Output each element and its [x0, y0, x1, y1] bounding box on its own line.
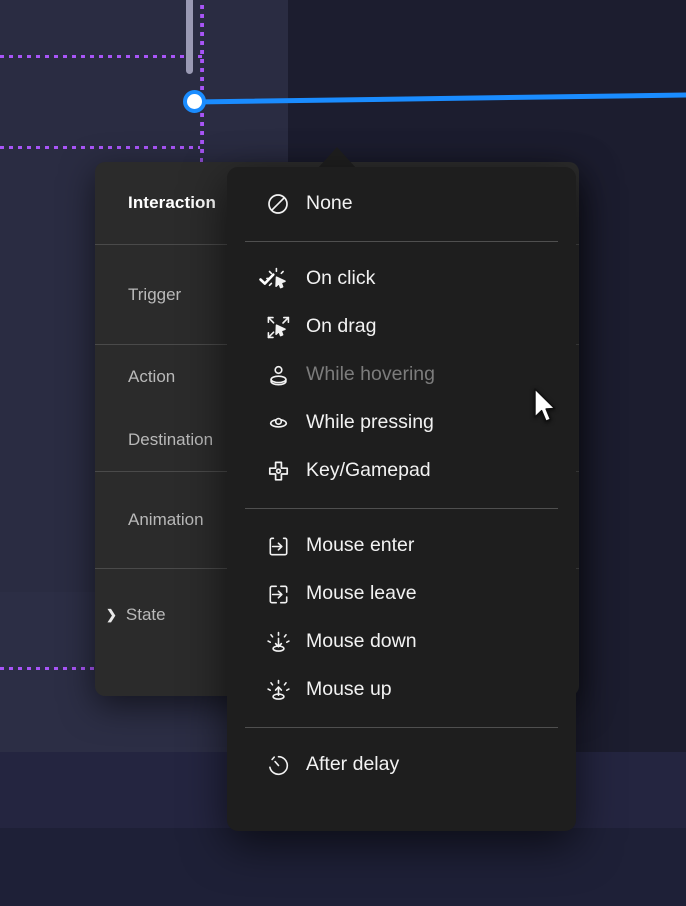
artboard-frame-bottom-lower — [0, 828, 686, 906]
panel-row-label: Animation — [128, 510, 204, 529]
menu-item-while-pressing[interactable]: While pressing — [227, 399, 576, 447]
menu-item-label: While pressing — [306, 411, 434, 434]
menu-item-mouse-leave[interactable]: Mouse leave — [227, 570, 576, 618]
no-entry-icon — [265, 191, 291, 217]
mouse-up-icon — [265, 677, 291, 703]
panel-row-label: Destination — [128, 430, 214, 449]
guide-line-horizontal-bottom — [0, 667, 108, 670]
menu-item-label: On drag — [306, 315, 377, 338]
menu-item-label: Key/Gamepad — [306, 459, 431, 482]
menu-divider — [245, 508, 558, 509]
menu-divider — [245, 241, 558, 242]
panel-row-label: Action — [128, 367, 176, 386]
checkmark-icon — [258, 270, 276, 288]
menu-item-on-click[interactable]: On click — [227, 255, 576, 303]
arrow-into-box-icon — [265, 533, 291, 559]
chevron-right-icon: ❯ — [106, 607, 117, 622]
menu-item-label: After delay — [306, 753, 400, 776]
menu-item-label: Mouse down — [306, 630, 417, 653]
menu-item-while-hovering[interactable]: While hovering — [227, 351, 576, 399]
hover-icon — [265, 362, 291, 388]
menu-item-on-drag[interactable]: On drag — [227, 303, 576, 351]
menu-item-key-gamepad[interactable]: Key/Gamepad — [227, 447, 576, 495]
menu-item-label: Mouse enter — [306, 534, 415, 557]
press-icon — [265, 410, 291, 436]
menu-item-label: Mouse up — [306, 678, 392, 701]
cursor-drag-icon — [265, 314, 291, 340]
menu-item-label: None — [306, 192, 353, 215]
mouse-down-icon — [265, 629, 291, 655]
menu-item-mouse-up[interactable]: Mouse up — [227, 666, 576, 714]
gamepad-dpad-icon — [265, 458, 291, 484]
menu-item-after-delay[interactable]: After delay — [227, 741, 576, 789]
menu-item-mouse-down[interactable]: Mouse down — [227, 618, 576, 666]
panel-row-label: Trigger — [128, 284, 182, 304]
mouse-cursor — [534, 388, 556, 422]
menu-item-label: While hovering — [306, 363, 435, 386]
panel-row-label: State — [125, 605, 166, 624]
connection-node-handle[interactable] — [183, 90, 206, 113]
menu-pointer-arrow — [318, 147, 356, 168]
menu-item-label: On click — [306, 267, 376, 290]
arrow-out-of-box-icon — [265, 581, 291, 607]
menu-divider — [245, 727, 558, 728]
menu-item-mouse-enter[interactable]: Mouse enter — [227, 522, 576, 570]
stopwatch-icon — [265, 752, 291, 778]
app-root: Interaction Trigger Action Destination A… — [0, 0, 686, 906]
menu-item-label: Mouse leave — [306, 582, 417, 605]
trigger-dropdown-menu: None On click On drag While hovering Whi… — [227, 167, 576, 831]
menu-item-none[interactable]: None — [227, 180, 576, 228]
